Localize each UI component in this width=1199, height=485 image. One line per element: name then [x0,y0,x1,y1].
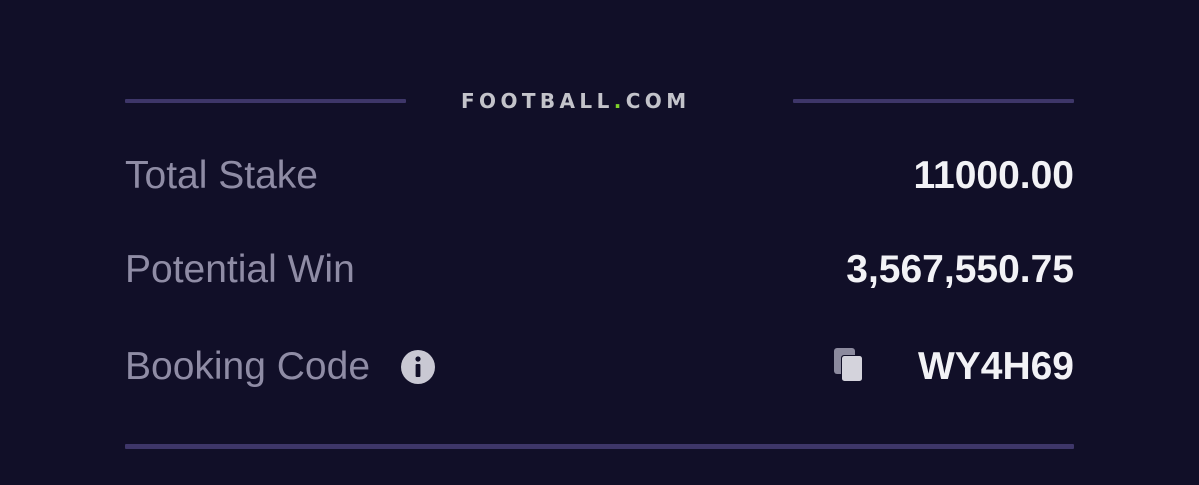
bottom-divider [125,444,1074,449]
brand-divider-left [125,99,406,103]
potential-win-label: Potential Win [125,248,355,291]
logo-text-com: COM [625,89,691,113]
brand-header: FOOTBALL.COM [125,78,1074,124]
total-stake-row: Total Stake 11000.00 [125,146,1074,206]
booking-code-value[interactable]: WY4H69 [918,337,1074,397]
total-stake-value: 11000.00 [913,154,1074,197]
info-icon[interactable] [400,349,436,385]
logo-dot: . [613,89,626,113]
bet-summary-card: FOOTBALL.COM Total Stake 11000.00 Potent… [125,0,1074,485]
booking-code-label: Booking Code [125,345,371,388]
copy-icon[interactable] [833,347,865,383]
booking-code-row: Booking Code WY4H69 [125,337,1074,397]
potential-win-value: 3,567,550.75 [846,248,1074,291]
potential-win-row: Potential Win 3,567,550.75 [125,240,1074,300]
brand-divider-right [793,99,1074,103]
total-stake-label: Total Stake [125,154,318,197]
football-com-logo: FOOTBALL.COM [461,88,691,114]
logo-text-football: FOOTBALL [461,89,614,113]
